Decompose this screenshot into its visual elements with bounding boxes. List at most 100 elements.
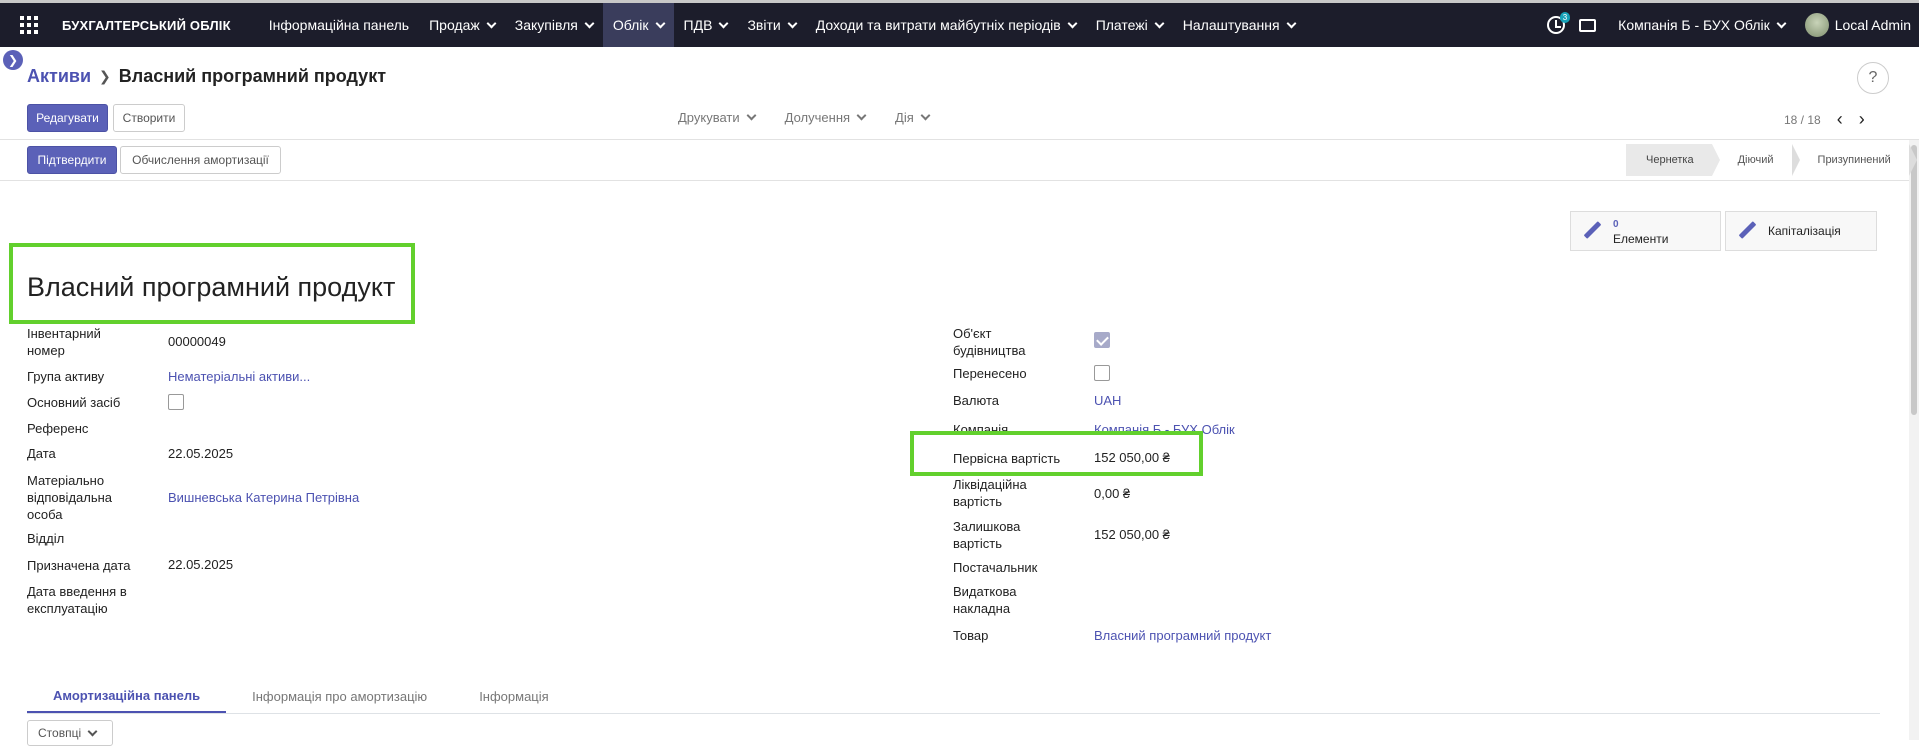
main-menu: Інформаційна панель Продаж Закупівля Обл… <box>259 3 1305 47</box>
menu-dashboard[interactable]: Інформаційна панель <box>259 3 419 47</box>
fixed-asset-checkbox[interactable] <box>168 394 184 410</box>
chevron-down-icon <box>584 18 595 28</box>
activity-clock-icon[interactable]: 3 <box>1547 12 1571 34</box>
inventory-number-label: Інвентарний номер <box>27 326 101 358</box>
commissioning-date-label: Дата введення в експлуатацію <box>27 584 127 616</box>
status-bar: Чернетка Діючий Призупинений <box>1626 144 1918 176</box>
columns-label: Стовпці <box>38 726 82 740</box>
transferred-label: Перенесено <box>953 366 1027 381</box>
breadcrumb-assets-link[interactable]: Активи <box>27 66 91 87</box>
menu-label: Облік <box>612 17 649 33</box>
menu-reports[interactable]: Звіти <box>737 3 805 47</box>
menu-label: Інформаційна панель <box>268 17 410 33</box>
menu-vat[interactable]: ПДВ <box>674 3 738 47</box>
assigned-date-value[interactable]: 22.05.2025 <box>168 556 233 573</box>
attachment-dropdown[interactable]: Долучення <box>785 110 867 125</box>
product-value[interactable]: Власний програмний продукт <box>1094 627 1271 644</box>
app-brand[interactable]: БУХГАЛТЕРСЬКИЙ ОБЛІК <box>62 18 231 33</box>
department-label: Відділ <box>27 531 65 546</box>
salvage-value-value[interactable]: 0,00 ₴ <box>1094 485 1130 502</box>
company-switcher[interactable]: Компанія Б - БУХ Облік <box>1618 17 1787 33</box>
menu-deferred[interactable]: Доходи та витрати майбутніх періодів <box>806 3 1086 47</box>
notebook-tabs: Амортизаційна панель Інформація про амор… <box>27 680 1880 714</box>
product-label: Товар <box>953 628 989 643</box>
navbar-systray: 3 Компанія Б - БУХ Облік Local Admin <box>1547 3 1911 47</box>
tab-info[interactable]: Інформація <box>453 680 575 713</box>
scrollbar[interactable] <box>1909 140 1919 740</box>
residual-value-label: Залишкова вартість <box>953 519 1021 551</box>
asset-group-label: Група активу <box>27 369 105 384</box>
menu-label: Закупівля <box>514 17 578 33</box>
user-name: Local Admin <box>1834 17 1911 33</box>
record-title[interactable]: Власний програмний продукт <box>27 272 395 303</box>
top-navbar: БУХГАЛТЕРСЬКИЙ ОБЛІК Інформаційна панель… <box>0 0 1919 47</box>
help-button[interactable]: ? <box>1857 62 1889 94</box>
action-dropdowns: Друкувати Долучення Дія <box>678 110 931 125</box>
menu-label: ПДВ <box>683 17 713 33</box>
currency-value[interactable]: UAH <box>1094 392 1121 409</box>
columns-button[interactable]: Стовпці <box>27 720 113 746</box>
chevron-down-icon <box>718 18 729 28</box>
pencil-icon <box>1738 222 1756 240</box>
construction-object-checkbox[interactable] <box>1094 332 1110 348</box>
confirm-button[interactable]: Підтвердити <box>27 146 117 174</box>
pencil-icon <box>1583 222 1601 240</box>
breadcrumb: Активи ❯ Власний програмний продукт <box>27 66 386 87</box>
status-draft[interactable]: Чернетка <box>1626 144 1720 176</box>
sidebar-toggle-icon[interactable]: ❯ <box>3 50 23 70</box>
chevron-down-icon <box>655 18 665 28</box>
tab-depreciation-info[interactable]: Інформація про амортизацію <box>226 680 453 713</box>
pager: 18 / 18 ‹ › <box>1784 109 1865 130</box>
chevron-down-icon <box>920 110 931 121</box>
breadcrumb-current: Власний програмний продукт <box>118 66 387 86</box>
print-label: Друкувати <box>678 110 740 125</box>
chevron-down-icon <box>1776 18 1787 28</box>
elements-label: Елементи <box>1613 232 1669 246</box>
company-name: Компанія Б - БУХ Облік <box>1618 17 1770 33</box>
responsible-person-label: Матеріально відповідальна особа <box>27 473 113 522</box>
tab-depreciation-board[interactable]: Амортизаційна панель <box>27 680 227 713</box>
date-value[interactable]: 22.05.2025 <box>168 445 233 462</box>
user-menu[interactable]: Local Admin <box>1804 13 1911 37</box>
menu-purchase[interactable]: Закупівля <box>505 3 603 47</box>
assigned-date-label: Призначена дата <box>27 558 131 573</box>
pager-next-icon[interactable]: › <box>1859 109 1865 130</box>
edit-button[interactable]: Редагувати <box>27 104 108 132</box>
initial-cost-highlight <box>910 431 1203 476</box>
residual-value-value[interactable]: 152 050,00 ₴ <box>1094 526 1170 543</box>
menu-settings[interactable]: Налаштування <box>1173 3 1305 47</box>
construction-object-label: Об'єкт будівництва <box>953 326 1026 358</box>
menu-label: Налаштування <box>1182 17 1280 33</box>
menu-label: Платежі <box>1095 17 1148 33</box>
action-dropdown[interactable]: Дія <box>895 110 931 125</box>
pager-prev-icon[interactable]: ‹ <box>1837 109 1843 130</box>
asset-group-value[interactable]: Нематеріальні активи... <box>168 368 310 385</box>
transferred-checkbox[interactable] <box>1094 365 1110 381</box>
avatar <box>1804 13 1829 37</box>
menu-label: Звіти <box>747 17 781 33</box>
apps-grid-icon[interactable] <box>20 16 42 34</box>
pager-value[interactable]: 18 / 18 <box>1784 113 1821 127</box>
responsible-person-value[interactable]: Вишневська Катерина Петрівна <box>168 489 359 506</box>
create-button[interactable]: Створити <box>113 104 185 132</box>
status-paused[interactable]: Призупинений <box>1791 144 1918 176</box>
messages-icon[interactable] <box>1579 18 1597 32</box>
capitalization-smart-button[interactable]: Капіталізація <box>1725 211 1877 251</box>
capitalization-label: Капіталізація <box>1768 224 1841 238</box>
menu-sales[interactable]: Продаж <box>419 3 505 47</box>
menu-accounting[interactable]: Облік <box>602 3 674 47</box>
menu-label: Продаж <box>429 17 480 33</box>
scrollbar-thumb[interactable] <box>1911 145 1917 415</box>
menu-payments[interactable]: Платежі <box>1086 3 1173 47</box>
compute-depreciation-button[interactable]: Обчислення амортизації <box>120 146 281 174</box>
elements-smart-button[interactable]: 0 Елементи <box>1570 211 1721 251</box>
supplier-label: Постачальник <box>953 560 1038 575</box>
salvage-value-label: Ліквідаційна вартість <box>953 477 1027 509</box>
activity-badge: 3 <box>1559 12 1571 23</box>
chevron-down-icon <box>856 110 867 121</box>
status-running[interactable]: Діючий <box>1711 144 1800 176</box>
chevron-down-icon <box>87 726 98 736</box>
print-dropdown[interactable]: Друкувати <box>678 110 757 125</box>
date-label: Дата <box>27 446 56 461</box>
inventory-number-value[interactable]: 00000049 <box>168 333 226 350</box>
